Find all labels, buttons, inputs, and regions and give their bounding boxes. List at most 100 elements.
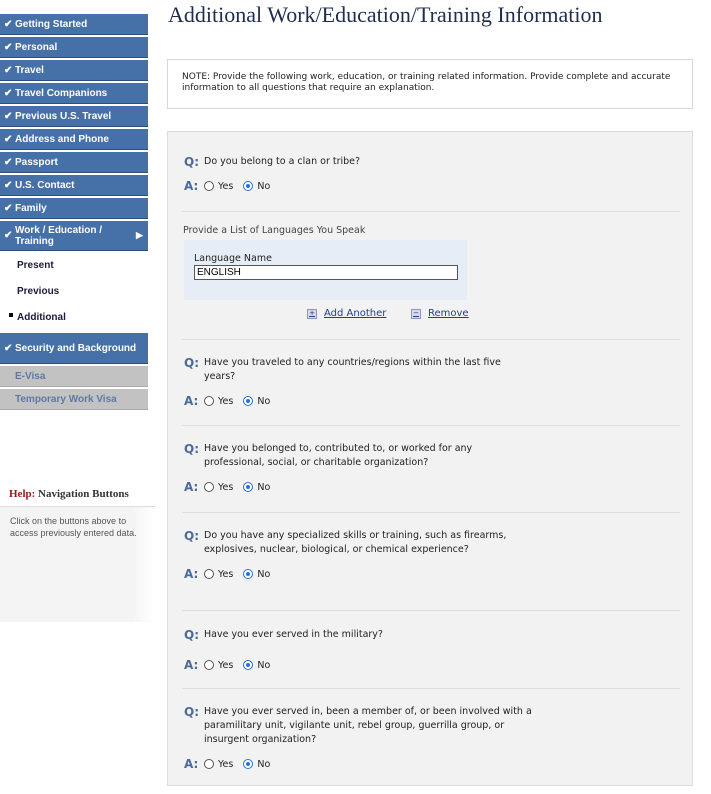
- radio-no[interactable]: [243, 660, 254, 670]
- a-marker: A:: [184, 757, 199, 771]
- nav-label: Passport: [15, 156, 58, 168]
- no-option[interactable]: No: [243, 660, 270, 671]
- add-another-label: Add Another: [324, 308, 387, 319]
- check-icon: ✔: [4, 64, 13, 76]
- divider: [182, 211, 680, 212]
- yes-label: Yes: [218, 758, 234, 770]
- radio-yes[interactable]: [204, 181, 214, 191]
- radio-yes[interactable]: [204, 396, 214, 406]
- nav-security-and-background[interactable]: ✔ Security and Background: [0, 333, 148, 364]
- question-text: Have you belonged to, contributed to, or…: [204, 443, 473, 468]
- q-marker: Q:: [184, 155, 199, 169]
- question-block: Q: Have you belonged to, contributed to, …: [184, 442, 678, 494]
- nav-label: Work / Education / Training: [15, 224, 103, 247]
- q-marker: Q:: [184, 529, 199, 543]
- nav-previous-us-travel[interactable]: ✔ Previous U.S. Travel: [0, 106, 148, 127]
- q-marker: Q:: [184, 442, 199, 456]
- q-marker: Q:: [184, 705, 199, 719]
- no-option[interactable]: No: [243, 759, 270, 770]
- question-block: Q: Have you ever served in the military? …: [184, 628, 678, 672]
- subnav-present[interactable]: Present: [0, 253, 149, 279]
- yes-option[interactable]: Yes: [204, 759, 233, 770]
- minus-icon: −: [411, 308, 421, 319]
- q-marker: Q:: [184, 628, 199, 642]
- nav-label: Family: [15, 202, 47, 214]
- divider: [182, 425, 680, 426]
- check-icon: ✔: [4, 87, 13, 99]
- radio-no[interactable]: [243, 759, 254, 769]
- no-label: No: [257, 180, 271, 192]
- check-icon: ✔: [4, 342, 13, 354]
- nav-label: Travel: [15, 64, 44, 76]
- check-icon: ✔: [4, 133, 13, 145]
- divider: [182, 688, 680, 689]
- check-icon: ✔: [4, 18, 13, 30]
- yes-label: Yes: [218, 395, 234, 407]
- subnav-additional[interactable]: Additional: [0, 305, 149, 331]
- help-title: Help: Navigation Buttons: [0, 482, 155, 507]
- check-icon: ✔: [4, 41, 13, 53]
- yes-option[interactable]: Yes: [204, 482, 233, 493]
- divider: [182, 512, 680, 513]
- radio-yes[interactable]: [204, 482, 214, 492]
- check-icon: ✔: [4, 156, 13, 168]
- yes-option[interactable]: Yes: [204, 569, 233, 580]
- q-marker: Q:: [184, 356, 199, 370]
- yes-option[interactable]: Yes: [204, 396, 233, 407]
- yes-label: Yes: [218, 481, 234, 493]
- page-title: Additional Work/Education/Training Infor…: [168, 2, 603, 27]
- nav-passport[interactable]: ✔ Passport: [0, 152, 148, 173]
- radio-no[interactable]: [243, 396, 254, 406]
- nav-travel-companions[interactable]: ✔ Travel Companions: [0, 83, 148, 104]
- no-label: No: [257, 395, 271, 407]
- no-label: No: [257, 481, 271, 493]
- yes-label: Yes: [218, 659, 234, 671]
- nav-label: Personal: [15, 41, 58, 53]
- nav-work-education-training[interactable]: ✔ Work / Education / Training ▶: [0, 221, 148, 251]
- yes-label: Yes: [218, 180, 234, 192]
- no-option[interactable]: No: [243, 569, 270, 580]
- radio-no[interactable]: [243, 181, 254, 191]
- nav-address-and-phone[interactable]: ✔ Address and Phone: [0, 129, 148, 150]
- nav-e-visa: E-Visa: [0, 366, 148, 387]
- nav-label: U.S. Contact: [15, 179, 75, 191]
- add-another-link[interactable]: + Add Another: [307, 308, 386, 319]
- nav-temporary-work-visa: Temporary Work Visa: [0, 389, 148, 410]
- nav-us-contact[interactable]: ✔ U.S. Contact: [0, 175, 148, 196]
- radio-yes[interactable]: [204, 569, 214, 579]
- note-box: NOTE: Provide the following work, educat…: [167, 59, 693, 109]
- a-marker: A:: [184, 394, 199, 408]
- divider: [182, 339, 680, 340]
- yes-option[interactable]: Yes: [204, 660, 233, 671]
- no-option[interactable]: No: [243, 482, 270, 493]
- yes-option[interactable]: Yes: [204, 181, 233, 192]
- nav-family[interactable]: ✔ Family: [0, 198, 148, 219]
- question-text: Have you ever served in the military?: [204, 629, 383, 640]
- question-block: Q: Do you have any specialized skills or …: [184, 529, 678, 581]
- subnav-previous[interactable]: Previous: [0, 279, 149, 305]
- check-icon: ✔: [4, 179, 13, 191]
- radio-no[interactable]: [243, 482, 254, 492]
- radio-yes[interactable]: [204, 660, 214, 670]
- no-option[interactable]: No: [243, 396, 270, 407]
- language-name-input[interactable]: [194, 265, 458, 280]
- yes-label: Yes: [218, 568, 234, 580]
- nav-getting-started[interactable]: ✔ Getting Started: [0, 14, 148, 35]
- divider: [182, 610, 680, 611]
- nav-label: Temporary Work Visa: [15, 393, 117, 405]
- nav-personal[interactable]: ✔ Personal: [0, 37, 148, 58]
- nav-label: Address and Phone: [15, 133, 109, 145]
- a-marker: A:: [184, 480, 199, 494]
- remove-link[interactable]: − Remove: [411, 308, 469, 319]
- question-text: Do you belong to a clan or tribe?: [204, 156, 361, 167]
- no-label: No: [257, 568, 271, 580]
- nav-travel[interactable]: ✔ Travel: [0, 60, 148, 81]
- radio-no[interactable]: [243, 569, 254, 579]
- a-marker: A:: [184, 567, 199, 581]
- radio-yes[interactable]: [204, 759, 214, 769]
- help-title-text: Navigation Buttons: [38, 488, 129, 500]
- question-block: Q: Do you belong to a clan or tribe? A: Y…: [184, 155, 678, 193]
- no-option[interactable]: No: [243, 181, 270, 192]
- plus-icon: +: [307, 308, 317, 319]
- sidebar-nav: ✔ Getting Started ✔ Personal ✔ Travel ✔ Trav…: [0, 14, 149, 412]
